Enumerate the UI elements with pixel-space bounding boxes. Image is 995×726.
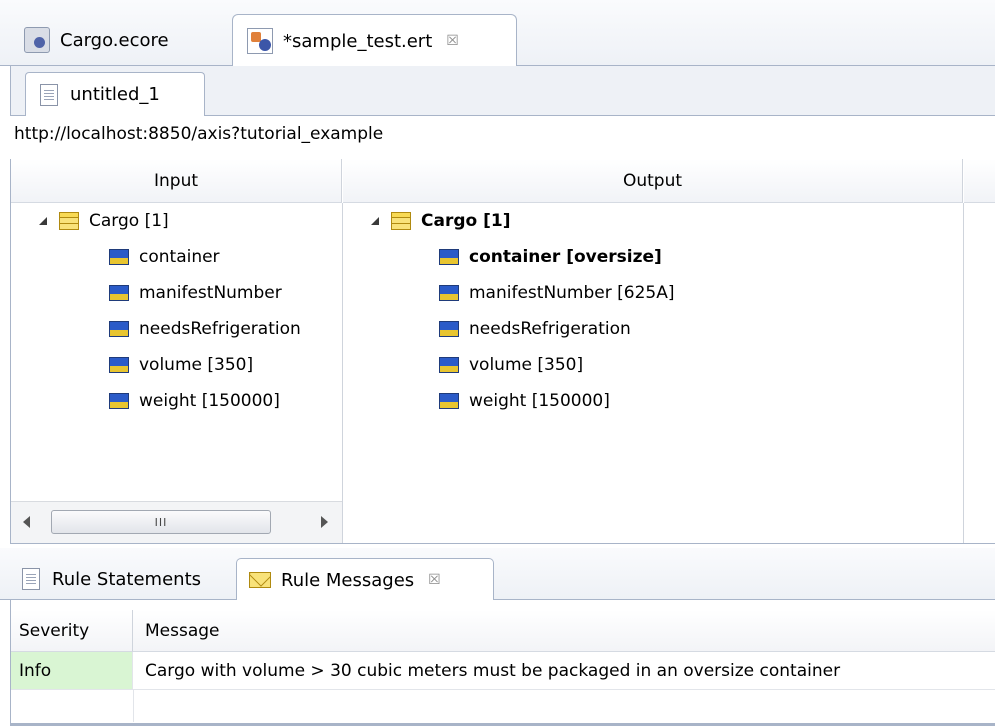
tree-node-attribute[interactable]: manifestNumber	[109, 275, 282, 311]
node-label: weight [150000]	[469, 391, 610, 411]
output-tree: Cargo [1] container [oversize] manifestN…	[343, 203, 963, 543]
column-divider	[133, 690, 134, 722]
node-label: container	[139, 247, 220, 267]
attribute-icon	[109, 393, 129, 409]
message-cell[interactable]: Cargo with volume > 30 cubic meters must…	[133, 652, 995, 690]
tab-cargo-ecore[interactable]: Cargo.ecore	[10, 14, 222, 66]
tab-untitled-1[interactable]: untitled_1	[25, 72, 205, 116]
tree-node-attribute[interactable]: weight [150000]	[109, 383, 280, 419]
eclass-icon	[59, 212, 79, 230]
ecore-model-icon	[24, 27, 50, 53]
input-output-table: Input Output Cargo [1] container manifes…	[10, 159, 995, 544]
document-icon	[22, 568, 40, 590]
tree-node-attribute[interactable]: volume [350]	[109, 347, 253, 383]
scroll-left-arrow-icon[interactable]	[23, 516, 30, 528]
attribute-icon	[109, 357, 129, 373]
close-icon[interactable]: ☒	[446, 33, 459, 49]
node-label: Cargo [1]	[421, 211, 511, 231]
scroll-right-arrow-icon[interactable]	[321, 516, 328, 528]
attribute-icon	[439, 321, 459, 337]
expand-triangle-icon[interactable]	[39, 217, 47, 225]
input-tree: Cargo [1] container manifestNumber needs…	[11, 203, 342, 501]
node-label: volume [350]	[139, 355, 254, 375]
table-row[interactable]	[11, 690, 995, 722]
tab-sample-test-ert[interactable]: *sample_test.ert ☒	[232, 14, 517, 67]
node-label: volume [350]	[469, 355, 584, 375]
test-case-tab-bar: untitled_1	[10, 66, 995, 116]
node-label: needsRefrigeration	[469, 319, 631, 339]
column-header-output[interactable]: Output	[343, 159, 963, 203]
node-label: weight [150000]	[139, 391, 280, 411]
rule-messages-table: Severity Message Info Cargo with volume …	[10, 600, 995, 726]
service-url: http://localhost:8850/axis?tutorial_exam…	[14, 124, 384, 144]
attribute-icon	[439, 393, 459, 409]
tree-node-cargo[interactable]: Cargo [1]	[371, 203, 510, 239]
attribute-icon	[109, 285, 129, 301]
eclass-icon	[391, 212, 411, 230]
view-tab-bar: Rule Statements Rule Messages ☒	[0, 548, 995, 601]
close-icon[interactable]: ☒	[428, 572, 441, 588]
tab-rule-statements[interactable]: Rule Statements	[10, 558, 235, 600]
column-divider	[963, 203, 964, 543]
severity-cell[interactable]: Info	[11, 652, 133, 690]
tab-label: untitled_1	[70, 84, 160, 105]
column-header-severity[interactable]: Severity	[11, 610, 133, 652]
tree-node-attribute[interactable]: weight [150000]	[439, 383, 610, 419]
tree-node-attribute[interactable]: manifestNumber [625A]	[439, 275, 674, 311]
expand-triangle-icon[interactable]	[371, 217, 379, 225]
column-header-input[interactable]: Input	[11, 159, 342, 203]
rule-test-icon	[247, 28, 273, 54]
attribute-icon	[439, 357, 459, 373]
tree-node-attribute[interactable]: needsRefrigeration	[439, 311, 631, 347]
node-label: manifestNumber [625A]	[469, 283, 675, 303]
attribute-icon	[109, 249, 129, 265]
tree-node-cargo[interactable]: Cargo [1]	[39, 203, 169, 239]
attribute-icon	[109, 321, 129, 337]
tab-label: Cargo.ecore	[60, 29, 169, 51]
tree-node-attribute[interactable]: volume [350]	[439, 347, 583, 383]
node-label: Cargo [1]	[89, 211, 169, 231]
scrollbar-thumb[interactable]: III	[51, 510, 271, 534]
tree-node-attribute[interactable]: needsRefrigeration	[109, 311, 301, 347]
attribute-icon	[439, 285, 459, 301]
tab-rule-messages[interactable]: Rule Messages ☒	[236, 558, 494, 601]
tab-label: Rule Messages	[281, 569, 415, 591]
tree-node-attribute[interactable]: container	[109, 239, 220, 275]
attribute-icon	[439, 249, 459, 265]
node-label: manifestNumber	[139, 283, 282, 303]
node-label: container [oversize]	[469, 247, 662, 267]
document-icon	[40, 83, 58, 106]
envelope-icon	[249, 572, 271, 588]
node-label: needsRefrigeration	[139, 319, 301, 339]
horizontal-scrollbar[interactable]: III	[11, 501, 342, 543]
column-header-extra[interactable]	[964, 159, 995, 203]
tree-node-attribute[interactable]: container [oversize]	[439, 239, 662, 275]
column-header-message[interactable]: Message	[133, 610, 995, 652]
tab-label: *sample_test.ert	[283, 30, 433, 52]
editor-tab-bar: Cargo.ecore *sample_test.ert ☒	[0, 0, 995, 67]
tab-label: Rule Statements	[52, 568, 202, 590]
